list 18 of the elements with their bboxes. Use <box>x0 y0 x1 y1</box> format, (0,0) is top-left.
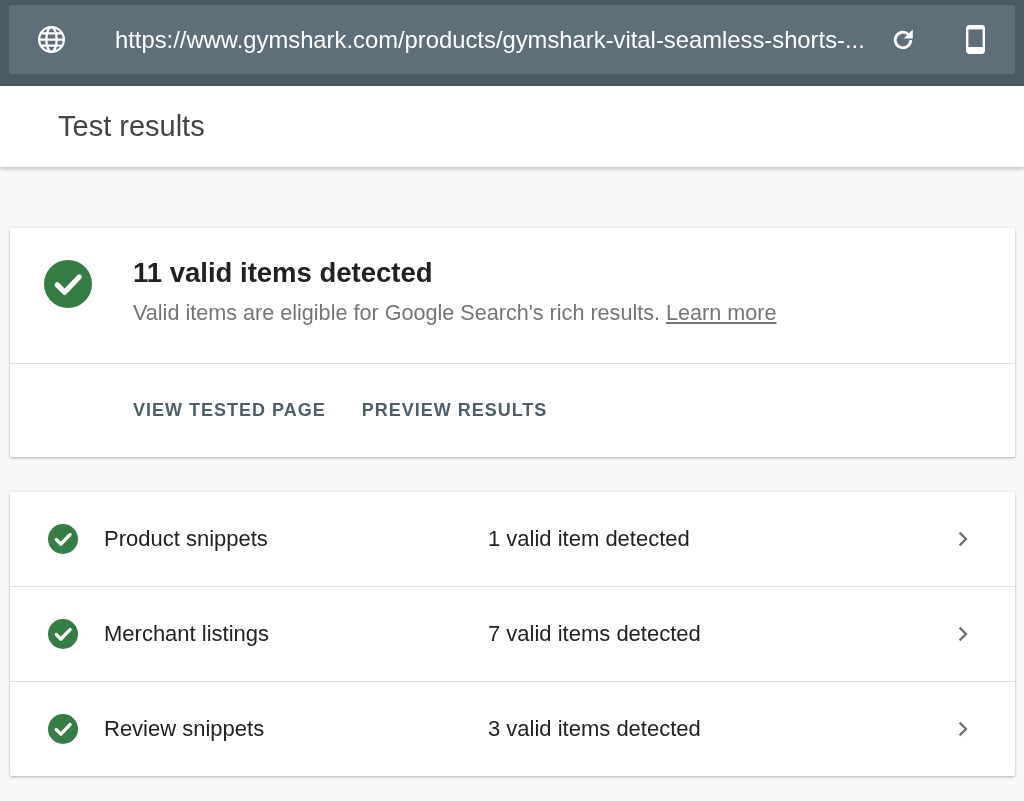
chevron-right-icon[interactable] <box>958 626 968 642</box>
result-type-name: Product snippets <box>104 526 268 552</box>
url-text: https://www.gymshark.com/products/gymshark-vital-seamless-shorts-... <box>115 25 865 54</box>
page-title: Test results <box>58 110 205 143</box>
result-count: 7 valid items detected <box>488 621 701 647</box>
result-type-name: Review snippets <box>104 716 265 742</box>
summary-title: 11 valid items detected <box>133 257 434 289</box>
smartphone-icon[interactable] <box>966 25 985 54</box>
learn-more-link[interactable]: Learn more <box>666 300 777 325</box>
result-count: 3 valid items detected <box>488 716 701 742</box>
globe-icon <box>38 26 65 53</box>
view-tested-page-button[interactable]: VIEW TESTED PAGE <box>123 390 336 431</box>
description-text: Valid items are eligible for Google Search's rich results. Learn more <box>133 299 777 327</box>
result-count: 1 valid item detected <box>488 526 690 552</box>
result-type-name: Merchant listings <box>104 621 270 647</box>
preview-results-button[interactable]: PREVIEW RESULTS <box>351 390 558 431</box>
chevron-right-icon[interactable] <box>958 531 968 547</box>
chevron-right-icon[interactable] <box>958 721 968 737</box>
